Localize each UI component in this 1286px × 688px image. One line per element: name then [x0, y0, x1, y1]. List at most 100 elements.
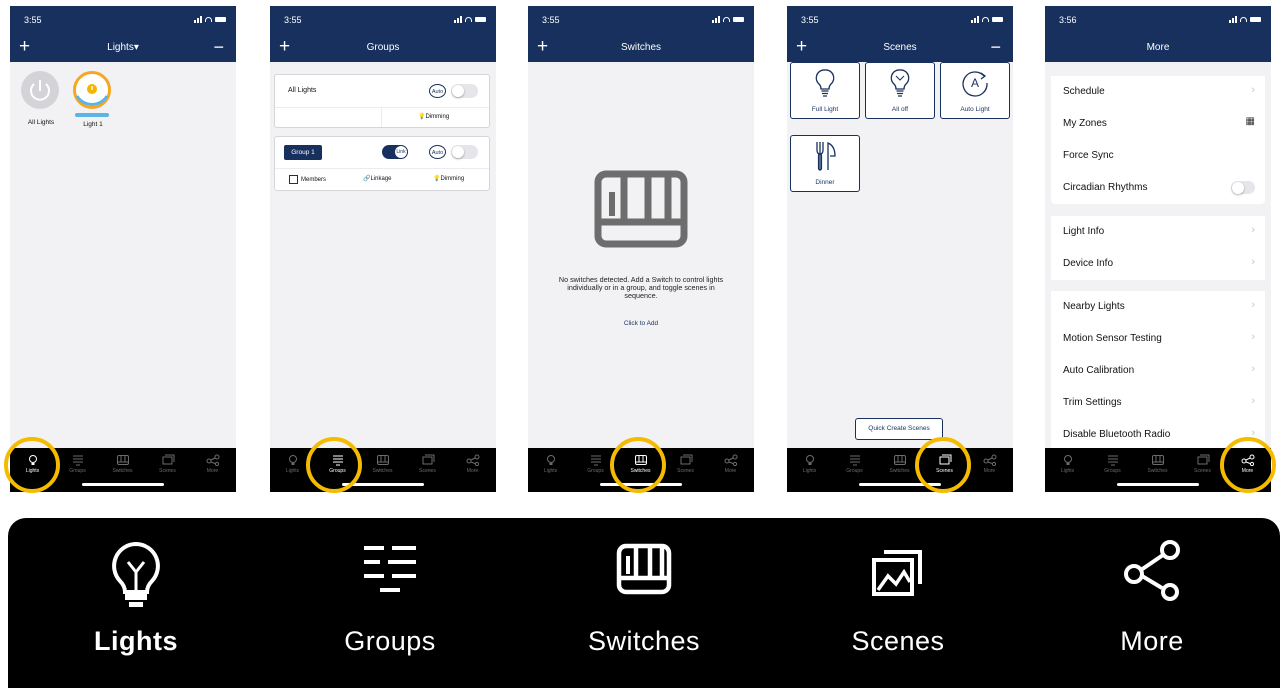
auto-button[interactable]: Auto: [429, 84, 446, 98]
highlight-ring-more: [1220, 437, 1276, 493]
members-icon: [289, 175, 298, 184]
link-toggle[interactable]: Link: [382, 145, 408, 159]
group-name-button[interactable]: Group 1: [284, 145, 322, 160]
status-bar: 3:56: [1045, 6, 1271, 36]
click-to-add-link[interactable]: Click to Add: [528, 320, 754, 327]
tab-scenes[interactable]: Scenes: [663, 454, 708, 474]
status-bar: 3:55: [528, 6, 754, 36]
tab-switches[interactable]: Switches: [360, 454, 405, 474]
bulb-off-icon: [890, 69, 910, 97]
status-time: 3:56: [1059, 15, 1077, 25]
nav-bar: + Lights▾ −: [10, 36, 236, 62]
menu-trim-settings[interactable]: Trim Settings ›: [1051, 387, 1265, 420]
svg-text:A: A: [971, 76, 979, 90]
switch-panel-icon: [1151, 455, 1164, 465]
power-icon: [21, 71, 59, 109]
remove-icon[interactable]: −: [990, 38, 1001, 56]
big-tab-switches[interactable]: Switches: [574, 518, 714, 688]
switch-panel-icon: [893, 455, 906, 465]
status-bar: 3:55: [270, 6, 496, 36]
signal-icon: [1229, 16, 1237, 23]
light-on-icon: [73, 71, 111, 109]
auto-button[interactable]: Auto: [429, 145, 446, 159]
circadian-toggle[interactable]: [1231, 181, 1255, 194]
chevron-right-icon: ›: [1251, 395, 1255, 407]
tab-scenes[interactable]: Scenes: [405, 454, 450, 474]
nav-bar: + Scenes −: [787, 36, 1013, 62]
members-button[interactable]: Members: [289, 175, 326, 184]
status-time: 3:55: [801, 15, 819, 25]
nav-title: Groups: [366, 42, 400, 53]
tab-groups[interactable]: Groups: [832, 454, 877, 474]
tab-lights[interactable]: Lights: [528, 454, 573, 474]
menu-my-zones[interactable]: My Zones ▦: [1051, 108, 1265, 141]
big-tab-groups[interactable]: Groups: [320, 518, 460, 688]
remove-icon[interactable]: −: [213, 38, 224, 56]
wifi-icon: [723, 17, 730, 22]
link-label: Link: [395, 146, 407, 158]
tab-more[interactable]: More: [967, 454, 1012, 474]
scene-auto-light[interactable]: A Auto Light: [940, 62, 1010, 119]
nav-title[interactable]: Lights▾: [10, 42, 236, 53]
big-tab-more[interactable]: More: [1082, 518, 1222, 688]
nav-bar: More: [1045, 36, 1271, 62]
switch-panel-icon: [616, 543, 672, 595]
light-tile-all-lights[interactable]: All Lights: [20, 70, 62, 134]
tab-lights[interactable]: Lights: [1045, 454, 1090, 474]
big-tab-lights[interactable]: Lights: [66, 518, 206, 688]
chevron-right-icon: ›: [1251, 363, 1255, 375]
screen-lights: 3:55 + Lights▾ − All Lights Light 1 Ligh…: [10, 6, 236, 492]
highlight-ring-lights: [4, 437, 60, 493]
status-time: 3:55: [24, 15, 42, 25]
highlight-ring-switches: [610, 437, 666, 493]
chevron-right-icon: ›: [1251, 224, 1255, 236]
menu-light-info[interactable]: Light Info ›: [1051, 216, 1265, 249]
light-tile-light-1[interactable]: Light 1: [72, 70, 114, 134]
menu-device-info[interactable]: Device Info ›: [1051, 248, 1265, 280]
tab-groups[interactable]: Groups: [1090, 454, 1135, 474]
tab-scenes[interactable]: Scenes: [1180, 454, 1225, 474]
menu-auto-calibration[interactable]: Auto Calibration ›: [1051, 355, 1265, 388]
tab-switches[interactable]: Switches: [1135, 454, 1180, 474]
group-toggle[interactable]: [451, 145, 478, 159]
tab-bar: Lights Groups Switches Scenes More: [787, 448, 1013, 492]
light-label: All Lights: [27, 119, 55, 126]
nav-title: Scenes: [883, 42, 917, 53]
tab-groups[interactable]: Groups: [55, 454, 100, 474]
signal-icon: [194, 16, 202, 23]
scene-dinner[interactable]: Dinner: [790, 135, 860, 192]
wifi-icon: [982, 17, 989, 22]
dimming-button[interactable]: 💡Dimming: [433, 175, 464, 182]
groups-list-icon: [849, 455, 860, 466]
tab-more[interactable]: More: [708, 454, 753, 474]
linkage-button[interactable]: 🔗Linkage: [363, 175, 392, 182]
enlarged-tab-bar: Lights Groups Switches Scenes More: [8, 518, 1280, 688]
menu-force-sync[interactable]: Force Sync: [1051, 140, 1265, 173]
switch-panel-icon: [116, 455, 129, 465]
wifi-icon: [465, 17, 472, 22]
scene-all-off[interactable]: All off: [865, 62, 935, 119]
menu-nearby-lights[interactable]: Nearby Lights ›: [1051, 291, 1265, 324]
share-nodes-icon: [206, 454, 219, 466]
all-lights-toggle[interactable]: [451, 84, 478, 98]
battery-icon: [733, 17, 744, 22]
scene-full-light[interactable]: Full Light: [790, 62, 860, 119]
groups-list-icon: [72, 455, 83, 466]
home-indicator: [1117, 483, 1199, 486]
tab-more[interactable]: More: [450, 454, 495, 474]
tab-scenes[interactable]: Scenes: [145, 454, 190, 474]
nav-title: Switches: [620, 42, 661, 53]
dimming-button[interactable]: 💡Dimming: [418, 113, 449, 120]
big-tab-label: Switches: [587, 626, 701, 656]
tab-more[interactable]: More: [190, 454, 235, 474]
big-tab-scenes[interactable]: Scenes: [828, 518, 968, 688]
menu-schedule[interactable]: Schedule ›: [1051, 76, 1265, 109]
tab-switches[interactable]: Switches: [100, 454, 145, 474]
status-bar: 3:55: [787, 6, 1013, 36]
menu-motion-sensor-testing[interactable]: Motion Sensor Testing ›: [1051, 323, 1265, 356]
tab-lights[interactable]: Lights: [787, 454, 832, 474]
groups-list-icon: [1107, 455, 1118, 466]
groups-list-icon: [364, 546, 416, 592]
quick-create-scenes-button[interactable]: Quick Create Scenes: [855, 418, 943, 440]
bulb-icon: [288, 455, 297, 465]
